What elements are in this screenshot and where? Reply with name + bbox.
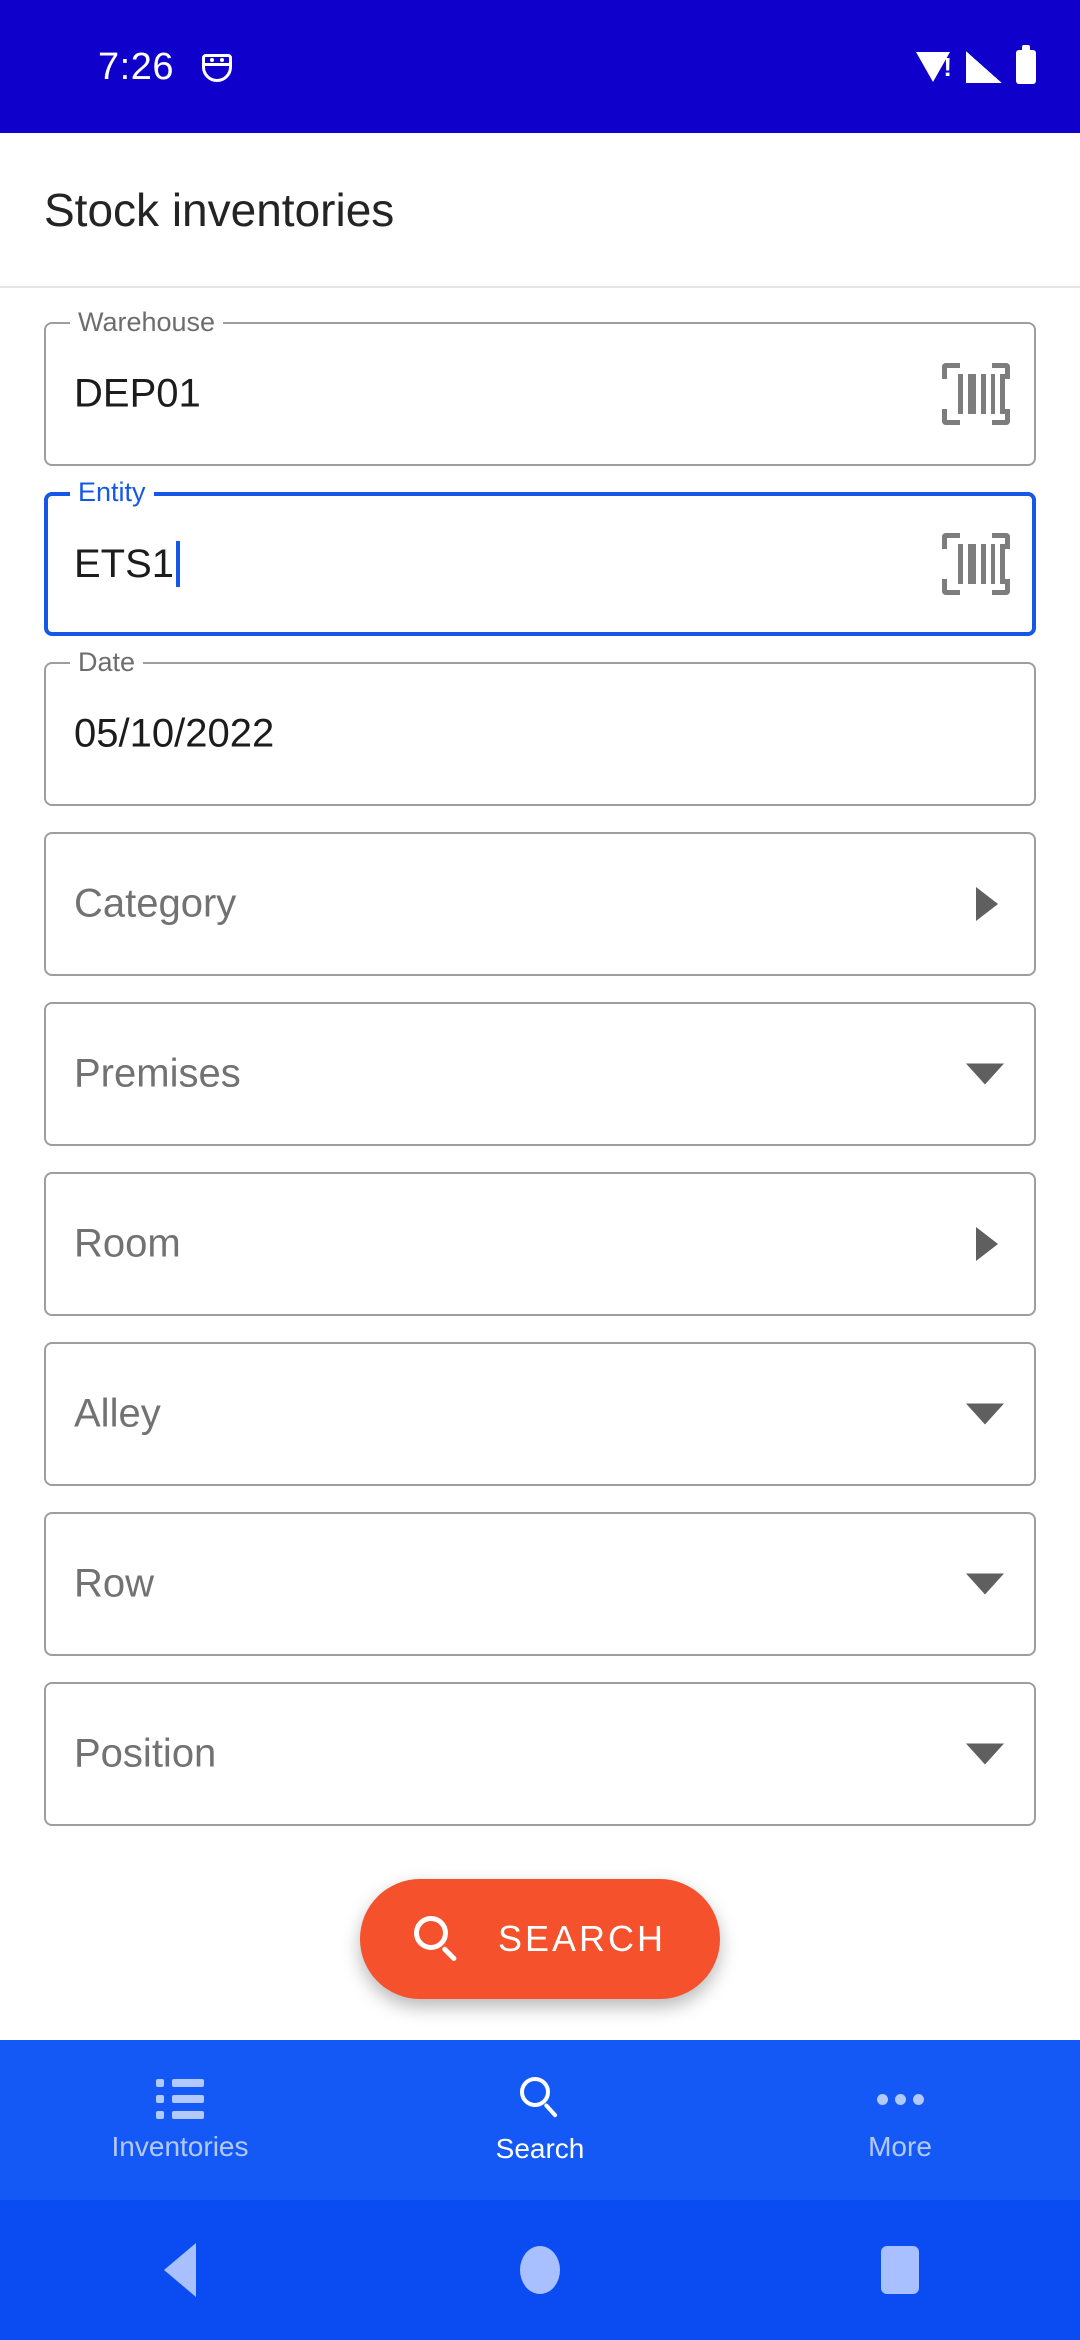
field-position[interactable]: Position	[44, 1682, 1036, 1826]
nav-label-search: Search	[495, 2133, 585, 2164]
field-position-placeholder: Position	[74, 1731, 217, 1776]
field-entity-legend: Entity	[70, 479, 154, 506]
back-triangle-icon	[164, 2243, 196, 2297]
field-warehouse[interactable]: Warehouse DEP01	[44, 309, 1036, 466]
home-circle-icon	[520, 2246, 560, 2294]
search-icon	[413, 1916, 460, 1962]
recents-square-icon	[881, 2246, 919, 2294]
list-icon	[156, 2079, 204, 2119]
search-icon	[517, 2077, 563, 2121]
wifi-alert-icon: !	[914, 50, 952, 84]
android-debug-icon	[201, 50, 232, 84]
nav-item-more[interactable]: More	[720, 2079, 1080, 2161]
field-date-legend: Date	[70, 649, 144, 676]
field-entity-value: ETS1	[74, 541, 175, 586]
nav-item-inventories[interactable]: Inventories	[0, 2079, 360, 2161]
phone-screen: 7:26 ! Stock inventories Warehouse DEP01…	[0, 0, 1080, 2340]
field-alley[interactable]: Alley	[44, 1342, 1036, 1486]
field-date-value: 05/10/2022	[74, 711, 275, 756]
field-date-label: Date	[70, 649, 144, 676]
field-premises-placeholder: Premises	[74, 1051, 241, 1096]
field-category-placeholder: Category	[74, 881, 237, 926]
nav-label-more: More	[868, 2131, 932, 2162]
field-entity[interactable]: Entity ETS1	[44, 479, 1036, 636]
field-warehouse-value: DEP01	[74, 371, 201, 416]
field-premises[interactable]: Premises	[44, 1002, 1036, 1146]
text-cursor	[176, 541, 181, 587]
field-room[interactable]: Room	[44, 1172, 1036, 1316]
bottom-navigation-bar: Inventories Search More	[0, 2040, 1080, 2200]
field-row-outline	[44, 1512, 1036, 1656]
triangle-down-icon[interactable]	[966, 1573, 1004, 1595]
field-room-outline	[44, 1172, 1036, 1316]
nav-label-inventories: Inventories	[111, 2131, 249, 2162]
field-row-placeholder: Row	[74, 1561, 155, 1606]
field-category[interactable]: Category	[44, 832, 1036, 976]
field-entity-label: Entity	[70, 479, 154, 506]
field-row[interactable]: Row	[44, 1512, 1036, 1656]
app-bar: Stock inventories	[0, 133, 1080, 288]
battery-icon	[1016, 44, 1036, 84]
barcode-scan-icon[interactable]	[942, 533, 1010, 595]
field-room-placeholder: Room	[74, 1221, 181, 1266]
more-dots-icon	[876, 2079, 924, 2119]
status-bar: 7:26 !	[0, 0, 1080, 133]
page-title: Stock inventories	[44, 183, 395, 236]
barcode-scan-icon[interactable]	[942, 363, 1010, 425]
status-bar-right: !	[914, 44, 1036, 84]
field-entity-value-wrap: ETS1	[74, 541, 181, 587]
triangle-down-icon[interactable]	[966, 1743, 1004, 1765]
triangle-down-icon[interactable]	[966, 1063, 1004, 1085]
triangle-right-icon[interactable]	[976, 1227, 998, 1261]
field-warehouse-legend: Warehouse	[70, 309, 224, 336]
triangle-right-icon[interactable]	[976, 887, 998, 921]
field-alley-outline	[44, 1342, 1036, 1486]
search-fab-button[interactable]: SEARCH	[359, 1879, 721, 1999]
search-fab-label: SEARCH	[497, 1918, 667, 1959]
field-date[interactable]: Date 05/10/2022	[44, 649, 1036, 806]
back-button[interactable]	[0, 2243, 360, 2297]
status-bar-left: 7:26	[0, 48, 232, 86]
search-filters-form: Warehouse DEP01 Entity ETS1 Date 05/10/2…	[0, 290, 1080, 2050]
status-bar-clock: 7:26	[98, 45, 174, 88]
field-alley-placeholder: Alley	[74, 1391, 161, 1436]
home-button[interactable]	[360, 2246, 720, 2294]
triangle-down-icon[interactable]	[966, 1403, 1004, 1425]
field-entity-outline	[44, 492, 1036, 636]
recents-button[interactable]	[720, 2246, 1080, 2294]
cellular-signal-icon	[966, 50, 1002, 83]
android-navigation-bar	[0, 2200, 1080, 2340]
nav-item-search[interactable]: Search	[360, 2077, 720, 2163]
field-warehouse-label: Warehouse	[70, 309, 224, 336]
